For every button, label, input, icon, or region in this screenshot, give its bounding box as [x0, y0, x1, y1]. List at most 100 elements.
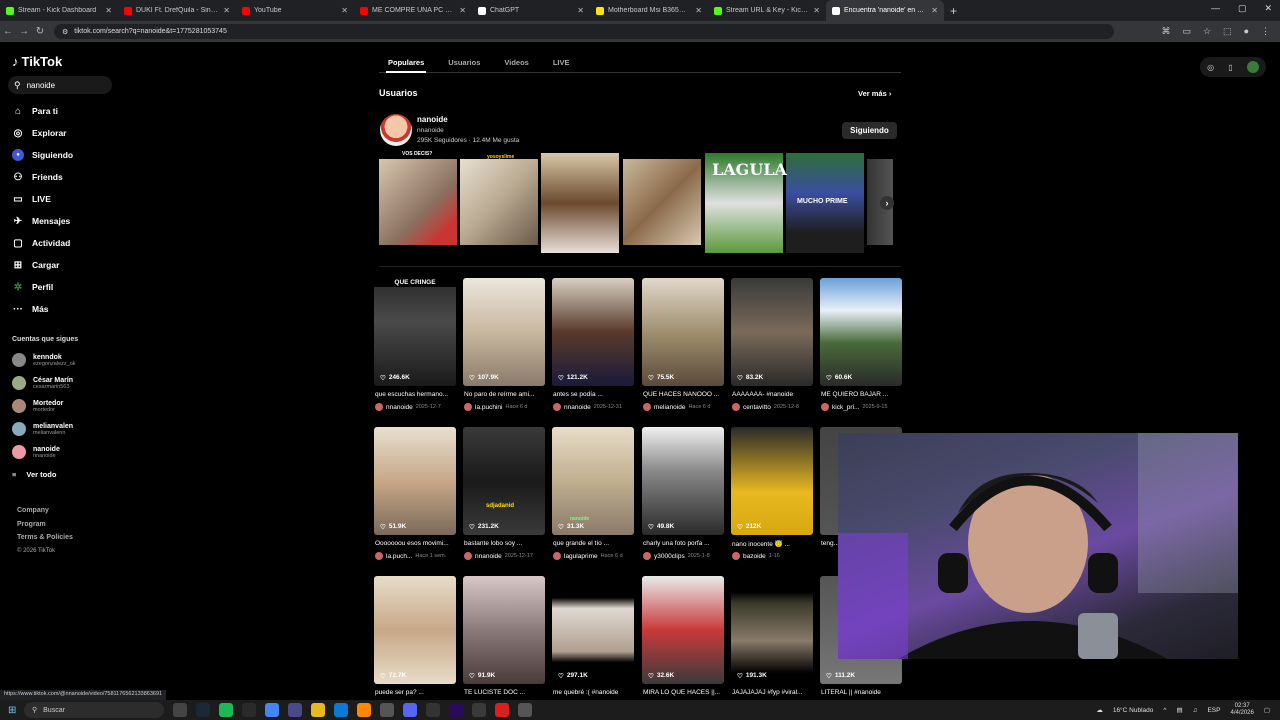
site-info-icon[interactable]: ⚙ [62, 28, 68, 36]
close-window-icon[interactable]: ✕ [1264, 3, 1272, 14]
video-caption[interactable]: AAAAAAA- #nanoide [732, 391, 816, 398]
video-caption[interactable]: No paro de reírme ami... [464, 391, 548, 398]
video-author[interactable]: y3000clips [654, 553, 685, 560]
video-author[interactable]: la.puchini [475, 404, 502, 411]
video-author[interactable]: kick_pri... [832, 404, 859, 411]
url-field[interactable]: ⚙ tiktok.com/search?q=nanoide&t=17752810… [54, 24, 1114, 39]
followed-account[interactable]: nanoide nnanoide [12, 445, 60, 459]
video-card[interactable]: ♡ 31.3K [552, 427, 634, 535]
language-indicator[interactable]: ESP [1207, 707, 1220, 714]
sidebar-item-explorar[interactable]: ◎ Explorar [12, 127, 67, 139]
video-card[interactable]: ♡ 83.2K [731, 278, 813, 386]
browser-tab[interactable]: ChatGPT ✕ [472, 0, 590, 21]
footer-link-company[interactable]: Company [17, 504, 73, 518]
video-card[interactable]: ♡ 121.2K [552, 278, 634, 386]
photos-icon[interactable] [288, 703, 302, 717]
video-card[interactable]: ♡ 297.1K [552, 576, 634, 684]
video-card[interactable]: ♡ 231.2K [463, 427, 545, 535]
file-explorer-icon[interactable] [311, 703, 325, 717]
sidebar-item-friends[interactable]: ⚇ Friends [12, 171, 63, 183]
video-author[interactable]: bazoide [743, 553, 766, 560]
browser-tab[interactable]: Motherboard Msi B365m Pro-V✕ [590, 0, 708, 21]
notification-icon[interactable]: ▢ [1264, 706, 1270, 714]
menu-icon[interactable]: ⋮ [1261, 26, 1270, 37]
sidebar-item-parati[interactable]: ⌂ Para ti [12, 105, 58, 117]
volume-icon[interactable]: ♫ [1193, 707, 1198, 714]
tab-close-icon[interactable]: ✕ [695, 6, 702, 15]
video-caption[interactable]: MIRA LO QUE HACES ||... [643, 689, 727, 696]
tab-usuarios[interactable]: Usuarios [448, 58, 480, 67]
browser-tab[interactable]: Stream URL & Key - Kick Dashb ✕ [708, 0, 826, 21]
tab-close-icon[interactable]: ✕ [931, 6, 938, 15]
search-input[interactable]: ⚲ nanoide [8, 76, 112, 94]
sidebar-item-siguiendo[interactable]: ● Siguiendo [12, 149, 73, 161]
video-caption[interactable]: TE LUCISTE DOC ... [464, 689, 548, 696]
tab-close-icon[interactable]: ✕ [459, 6, 466, 15]
see-all-link[interactable]: ≡ Ver todo [12, 470, 56, 479]
video-author[interactable]: lagulaprime [564, 553, 598, 560]
video-card[interactable]: ♡ 32.6K [642, 576, 724, 684]
video-author[interactable]: nnanoide [475, 553, 502, 560]
video-author[interactable]: melianoide [654, 404, 685, 411]
user-video-thumbnail[interactable] [379, 159, 457, 245]
tab-close-icon[interactable]: ✕ [223, 6, 230, 15]
settings-icon[interactable] [518, 703, 532, 717]
sidebar-item-perfil[interactable]: ✲ Perfil [12, 281, 53, 293]
tab-close-icon[interactable]: ✕ [577, 6, 584, 15]
video-caption[interactable]: LITERAL || #nanoide [821, 689, 905, 696]
video-caption[interactable]: antes se podía ... [553, 391, 637, 398]
video-caption[interactable]: bastante lobo soy ... [464, 540, 548, 547]
obs-icon[interactable] [426, 703, 440, 717]
terminal-icon[interactable] [242, 703, 256, 717]
account-avatar[interactable] [1246, 61, 1259, 73]
video-caption[interactable]: que escuchas hermano... [375, 391, 459, 398]
taskbar-search[interactable]: ⚲ Buscar [24, 702, 164, 718]
new-tab-icon[interactable]: + [950, 4, 957, 18]
translate-icon[interactable]: ⌘ [1161, 26, 1170, 37]
user-avatar[interactable] [380, 114, 412, 146]
discord-icon[interactable] [403, 703, 417, 717]
user-video-thumbnail[interactable] [541, 153, 619, 253]
video-card[interactable]: ♡ 212K [731, 427, 813, 535]
tab-close-icon[interactable]: ✕ [105, 6, 112, 15]
video-card[interactable]: ♡ 60.6K [820, 278, 902, 386]
following-button[interactable]: Siguiendo [842, 122, 897, 139]
followed-account[interactable]: Mortedor mortedor [12, 399, 63, 413]
tab-populares[interactable]: Populares [388, 58, 424, 67]
video-caption[interactable]: que grande el tío ... [553, 540, 637, 547]
video-caption[interactable]: charly una foto porfa ... [643, 540, 727, 547]
video-caption[interactable]: nano inocente 😇 ... [732, 540, 816, 548]
video-caption[interactable]: me quebré :( #nanoide [553, 689, 637, 696]
video-caption[interactable]: puede ser pa? ... [375, 689, 459, 696]
spotify-icon[interactable] [219, 703, 233, 717]
vlc-icon[interactable] [357, 703, 371, 717]
browser-tab[interactable]: Stream - Kick Dashboard ✕ [0, 0, 118, 21]
video-author[interactable]: nnanoide [564, 404, 591, 411]
sidebar-item-ms[interactable]: ··· Más [12, 303, 49, 315]
video-card[interactable]: ♡ 91.9K [463, 576, 545, 684]
premiere-icon[interactable] [449, 703, 463, 717]
browser-tab[interactable]: Encuentra 'nanoide' en TikTok ✕ [826, 0, 944, 21]
sidebar-item-live[interactable]: ▭ LIVE [12, 193, 51, 205]
video-card[interactable]: ♡ 107.9K [463, 278, 545, 386]
followed-account[interactable]: kenndok ezegonzalezz_ok [12, 353, 76, 367]
clock[interactable]: 02:37 4/4/2026 [1230, 703, 1253, 717]
see-more-link[interactable]: Ver más › [858, 89, 891, 98]
sidebar-item-actividad[interactable]: ▢ Actividad [12, 237, 70, 249]
next-arrow-icon[interactable]: › [880, 196, 894, 210]
footer-link-terms[interactable]: Terms & Policies [17, 531, 73, 545]
app-icon[interactable] [472, 703, 486, 717]
task-view-icon[interactable] [173, 703, 187, 717]
user-video-thumbnail[interactable] [623, 159, 701, 245]
video-card[interactable]: ♡ 246.6K QUE CRINGE [374, 278, 456, 386]
steam-icon[interactable] [196, 703, 210, 717]
tray-chevron-icon[interactable]: ^ [1163, 707, 1166, 714]
video-caption[interactable]: JAJAJAJAJ #fyp #viral... [732, 689, 816, 696]
video-author[interactable]: nnanoide [386, 404, 413, 411]
reload-icon[interactable]: ↻ [32, 26, 48, 37]
chrome-icon[interactable] [265, 703, 279, 717]
forward-icon[interactable]: → [16, 26, 32, 37]
browser-tab[interactable]: DUKI Ft. DrefQuila - Sin Culpa ✕ [118, 0, 236, 21]
video-author[interactable]: centavitto [743, 404, 771, 411]
user-name[interactable]: nanoide [417, 115, 448, 124]
